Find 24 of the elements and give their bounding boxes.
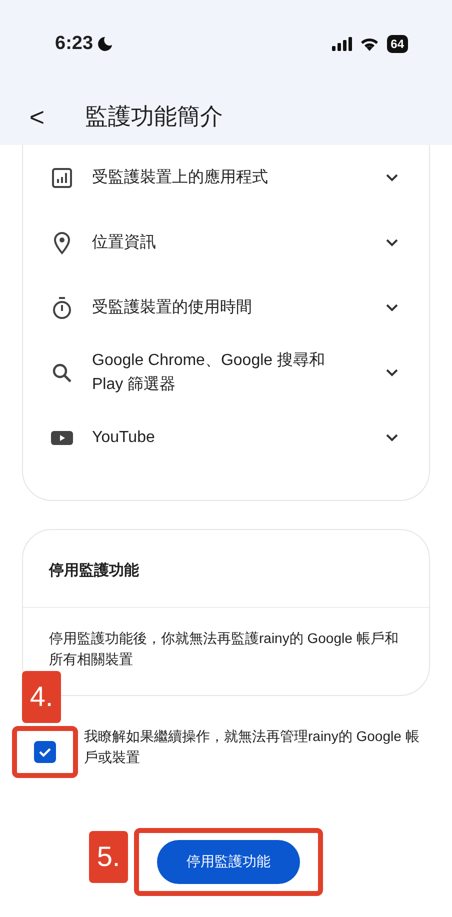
checkbox-label: 我瞭解如果繼續操作，就無法再管理rainy的 Google 帳戶或裝置 xyxy=(84,726,420,767)
wifi-icon xyxy=(360,37,379,51)
feature-row[interactable]: 受監護裝置上的應用程式 xyxy=(23,145,429,210)
back-button[interactable]: < xyxy=(25,104,49,130)
feature-label: 位置資訊 xyxy=(92,232,157,253)
feature-row[interactable]: 位置資訊 xyxy=(23,210,429,275)
page-title: 監護功能簡介 xyxy=(85,102,223,132)
feature-label: Google Chrome、Google 搜尋和 Play 篩選器 xyxy=(92,350,326,394)
feature-row[interactable]: Google Chrome、Google 搜尋和 Play 篩選器 xyxy=(23,340,429,405)
checkbox[interactable] xyxy=(34,740,56,763)
feature-label: 受監護裝置上的應用程式 xyxy=(92,168,269,188)
step-label: 5. xyxy=(89,830,128,883)
disable-button[interactable]: 停用監護功能 xyxy=(157,840,300,884)
moon-icon xyxy=(97,36,114,52)
clock-time: 6:23 xyxy=(55,32,94,56)
feature-row[interactable]: YouTube xyxy=(23,405,429,470)
signal-icon xyxy=(332,37,352,51)
stopwatch-icon xyxy=(50,296,74,320)
feature-row[interactable]: 受監護裝置的使用時間 xyxy=(23,275,429,340)
chart-icon xyxy=(50,166,74,190)
feature-label: 受監護裝置的使用時間 xyxy=(92,298,253,318)
battery-level: 64 xyxy=(386,35,408,53)
card-title: 停用監護功能 xyxy=(48,561,140,581)
feature-label: YouTube xyxy=(92,428,156,448)
